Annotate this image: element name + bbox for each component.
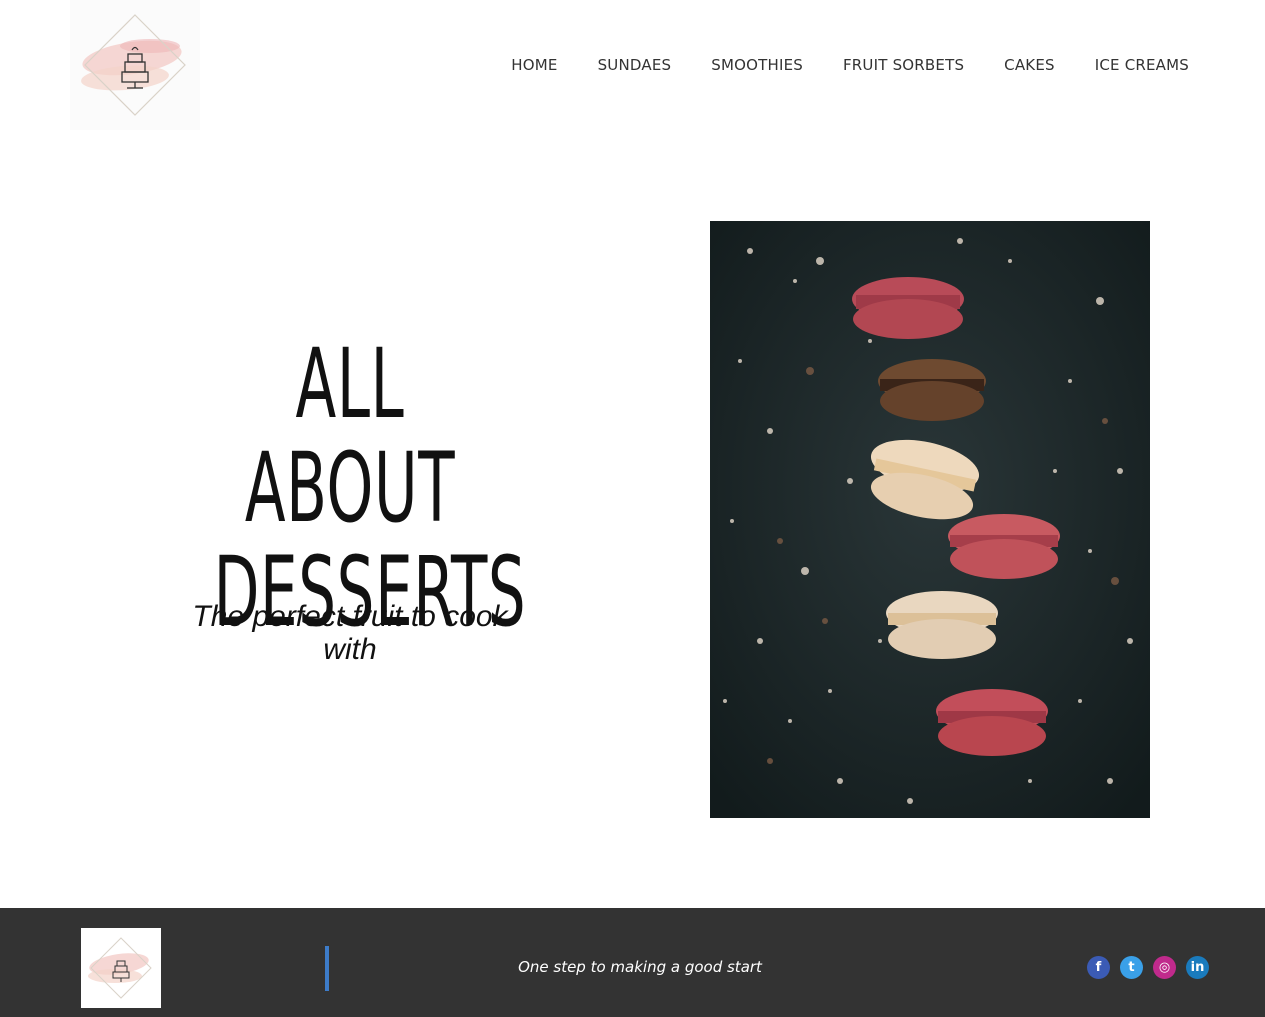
site-footer: One step to making a good start f t ◎ in bbox=[0, 908, 1265, 1017]
twitter-icon[interactable]: t bbox=[1120, 956, 1143, 979]
cake-logo-icon bbox=[88, 937, 152, 999]
nav-item-smoothies[interactable]: SMOOTHIES bbox=[711, 54, 803, 76]
footer-tagline: One step to making a good start bbox=[518, 958, 762, 976]
social-links: f t ◎ in bbox=[1087, 956, 1209, 979]
site-logo[interactable] bbox=[70, 0, 200, 130]
footer-divider bbox=[325, 946, 329, 991]
nav-item-home[interactable]: HOME bbox=[511, 54, 557, 76]
nav-item-sundaes[interactable]: SUNDAES bbox=[598, 54, 672, 76]
macarons-photo bbox=[710, 221, 1150, 818]
facebook-icon[interactable]: f bbox=[1087, 956, 1110, 979]
nav-item-fruit-sorbets[interactable]: FRUIT SORBETS bbox=[843, 54, 964, 76]
macarons-image bbox=[710, 221, 1150, 818]
linkedin-icon[interactable]: in bbox=[1186, 956, 1209, 979]
cake-logo-icon bbox=[81, 14, 186, 116]
main-nav: HOME SUNDAES SMOOTHIES FRUIT SORBETS CAK… bbox=[511, 54, 1189, 76]
hero-subtitle: The perfect fruit to cook with bbox=[192, 600, 508, 666]
footer-logo[interactable] bbox=[81, 928, 161, 1008]
nav-item-cakes[interactable]: CAKES bbox=[1004, 54, 1055, 76]
hero-title-line1: ALL ABOUT bbox=[244, 328, 456, 544]
instagram-icon[interactable]: ◎ bbox=[1153, 956, 1176, 979]
hero-title: ALL ABOUT DESSERTS bbox=[214, 328, 526, 644]
nav-item-ice-creams[interactable]: ICE CREAMS bbox=[1095, 54, 1189, 76]
